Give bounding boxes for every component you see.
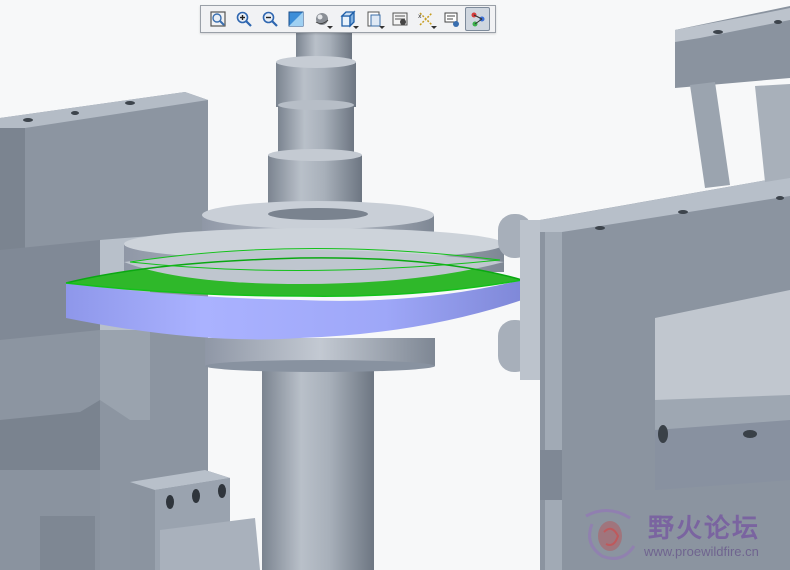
toolbar-button-zoom-in[interactable]: [231, 7, 256, 31]
watermark-logo: [585, 509, 636, 560]
toolbar-button-spin-center[interactable]: [465, 7, 490, 31]
toolbar-button-perspective-view[interactable]: [387, 7, 412, 31]
chevron-down-icon[interactable]: [431, 26, 437, 29]
toolbar-button-annotation-display[interactable]: [439, 7, 464, 31]
spin-center-icon: [471, 12, 484, 27]
view-toolbar: x: [200, 5, 496, 33]
chevron-down-icon[interactable]: [379, 26, 385, 29]
toolbar-button-view-manager[interactable]: [361, 7, 386, 31]
chevron-down-icon[interactable]: [327, 26, 333, 29]
perspective-view-icon: [392, 12, 407, 26]
watermark: 野火论坛 www.proewildfire.cn: [578, 502, 786, 566]
watermark-title: 野火论坛: [648, 514, 761, 544]
svg-text:x: x: [418, 13, 422, 20]
refit-icon: [209, 11, 226, 27]
annotation-display-icon: [444, 12, 459, 27]
model-viewport[interactable]: [0, 0, 790, 570]
toolbar-button-zoom-out[interactable]: [257, 7, 282, 31]
toolbar-button-repaint[interactable]: [283, 7, 308, 31]
toolbar-button-refit[interactable]: [205, 7, 230, 31]
toolbar-button-datum-display[interactable]: x: [413, 7, 438, 31]
repaint-icon: [288, 11, 303, 27]
toolbar-button-display-style[interactable]: [309, 7, 334, 31]
chevron-down-icon[interactable]: [353, 26, 359, 29]
zoom-out-icon: [262, 11, 278, 27]
zoom-in-icon: [236, 11, 252, 27]
watermark-url: www.proewildfire.cn: [644, 544, 759, 559]
toolbar-button-saved-views[interactable]: [335, 7, 360, 31]
